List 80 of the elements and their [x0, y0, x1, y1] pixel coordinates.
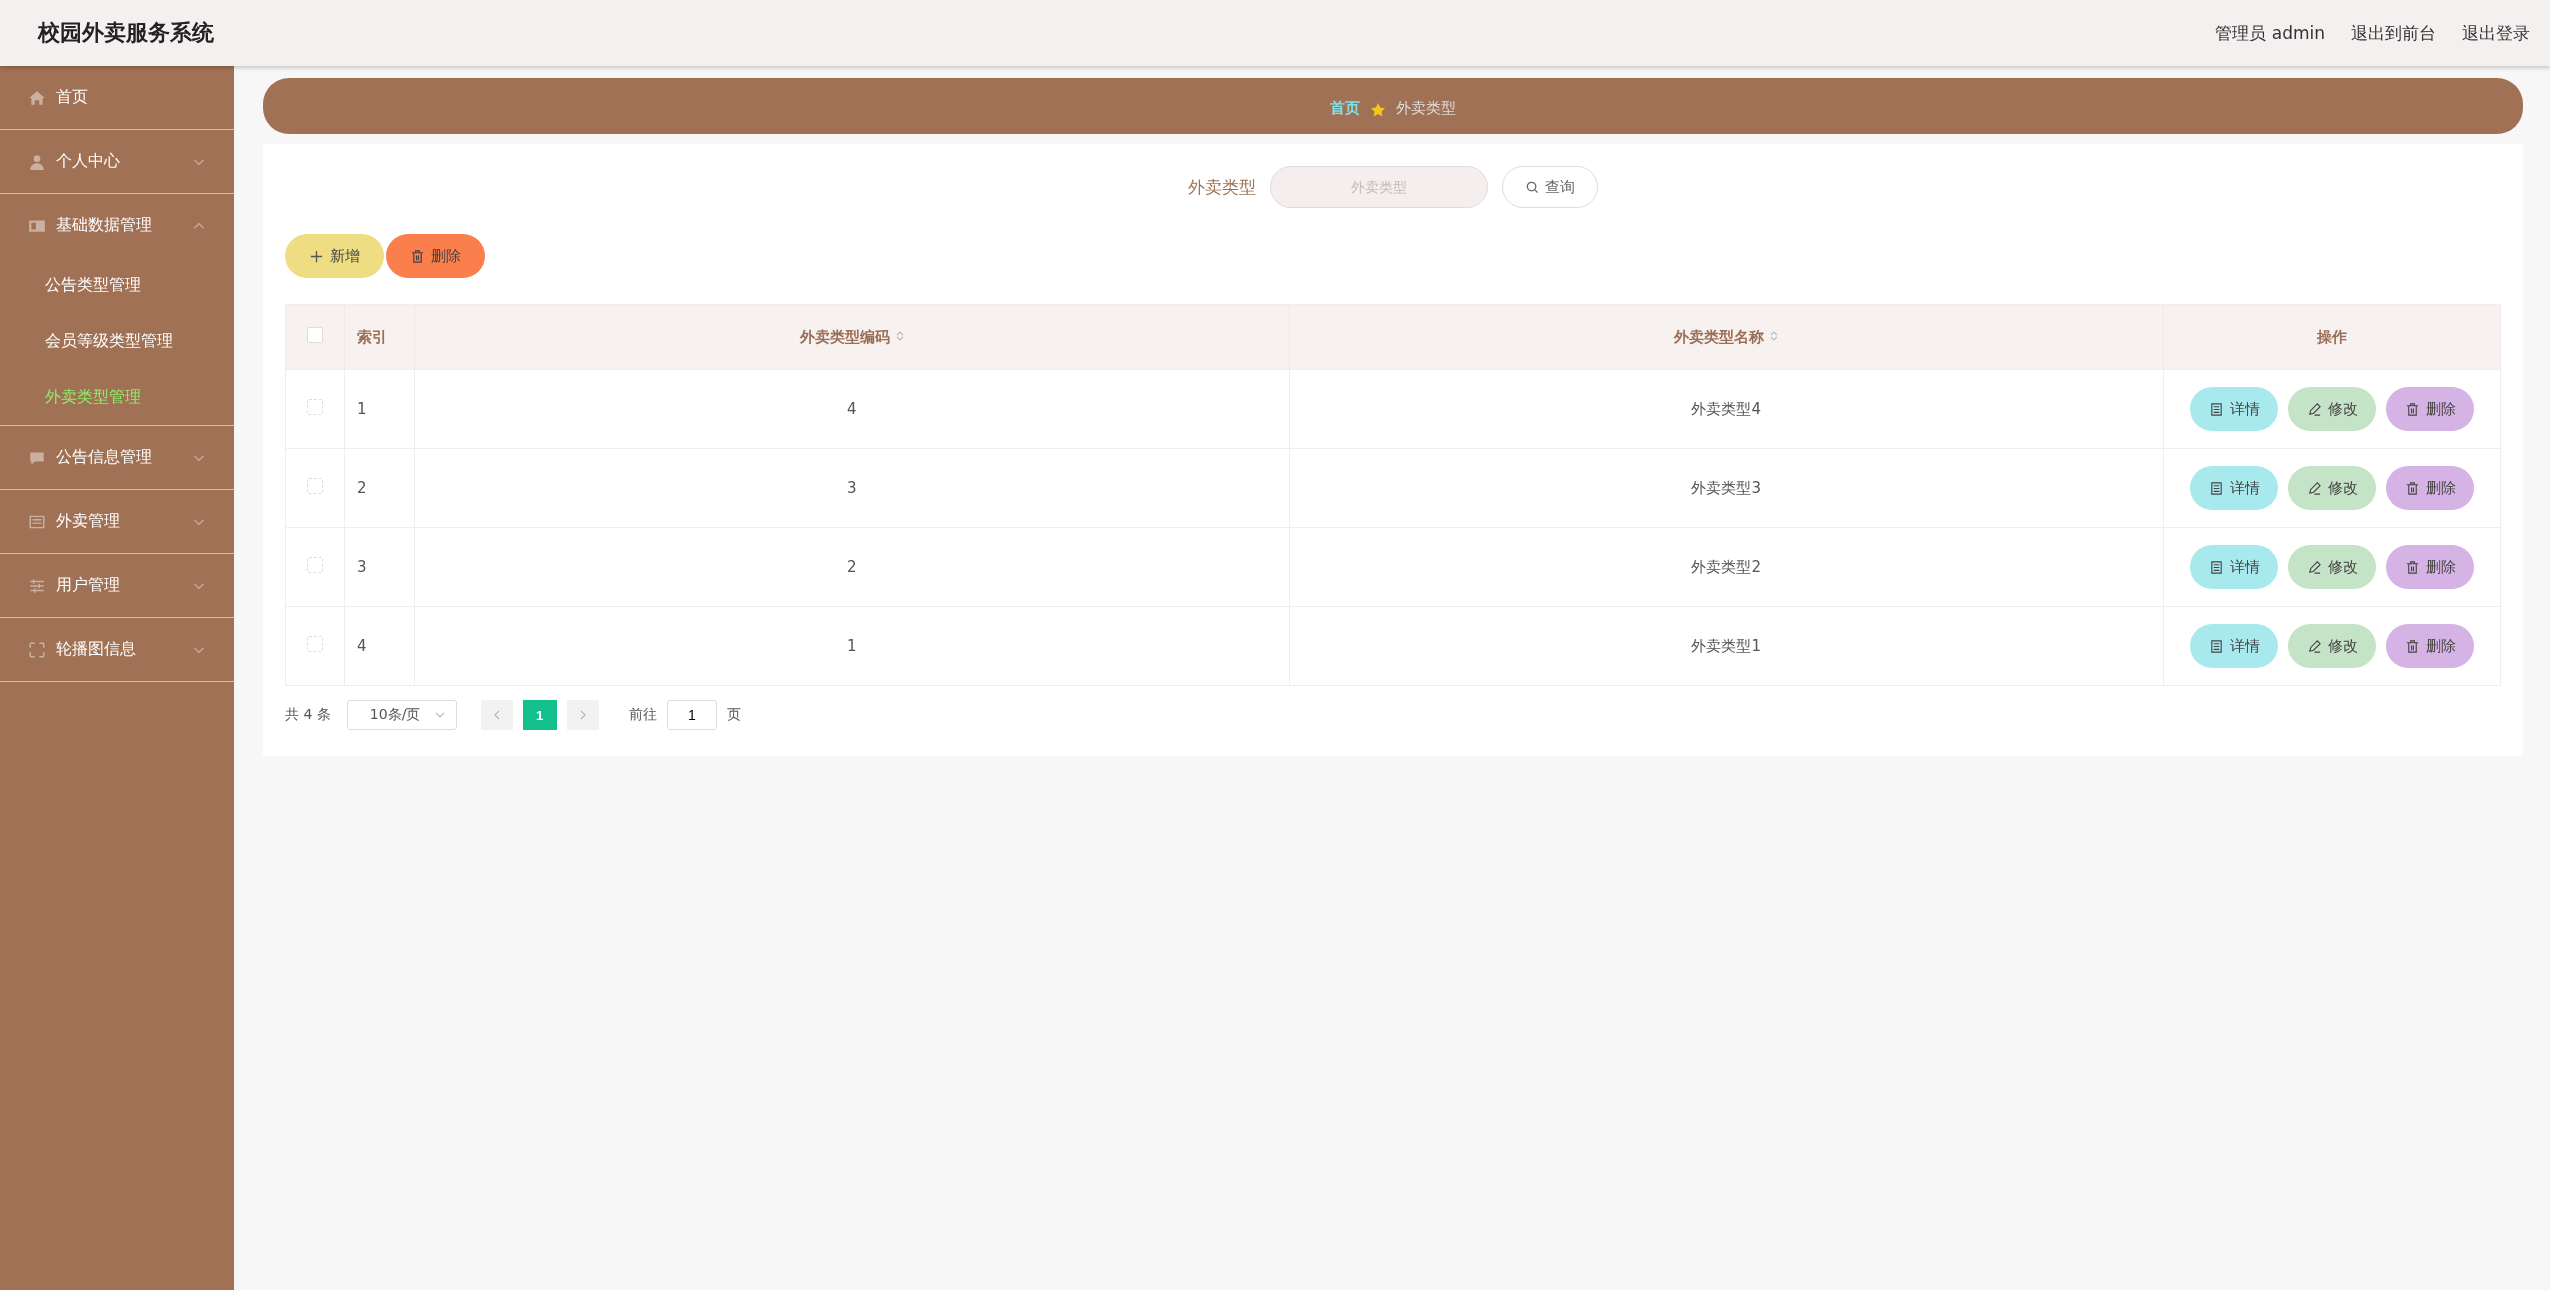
- menu-item[interactable]: 外卖管理: [0, 490, 234, 553]
- delete-button[interactable]: 删除: [386, 234, 485, 278]
- app-title: 校园外卖服务系统: [38, 19, 214, 47]
- pencil-icon: [2306, 638, 2322, 654]
- document-icon: [2208, 401, 2224, 417]
- trash-icon: [410, 248, 425, 264]
- search-button[interactable]: 查询: [1502, 166, 1598, 208]
- row-checkbox[interactable]: [307, 636, 323, 652]
- select-all-checkbox[interactable]: [307, 327, 323, 343]
- table-cell: 1: [357, 400, 367, 418]
- plus-icon: [309, 248, 324, 264]
- next-page-button[interactable]: [566, 700, 599, 730]
- menu-item[interactable]: 基础数据管理: [0, 194, 234, 257]
- table-cell: 外卖类型3: [1691, 478, 1761, 497]
- document-icon: [2208, 559, 2224, 575]
- edit-button[interactable]: 修改: [2288, 387, 2376, 431]
- detail-button[interactable]: 详情: [2190, 387, 2278, 431]
- delete-button[interactable]: 删除: [2386, 466, 2474, 510]
- submenu-item[interactable]: 会员等级类型管理: [0, 313, 234, 369]
- table-cell: 4: [357, 637, 367, 655]
- table-cell: 外卖类型1: [1691, 636, 1761, 655]
- page-suffix: 页: [726, 706, 741, 724]
- menu-item[interactable]: 首页: [0, 66, 234, 129]
- delete-button[interactable]: 删除: [2386, 387, 2474, 431]
- submenu-item[interactable]: 外卖类型管理: [0, 369, 234, 425]
- delete-button[interactable]: 删除: [2386, 545, 2474, 589]
- page-size-select[interactable]: 10条/页: [346, 700, 457, 730]
- trash-icon: [2404, 638, 2420, 654]
- detail-button[interactable]: 详情: [2190, 466, 2278, 510]
- user-label: 管理员 admin: [2215, 21, 2325, 45]
- detail-button[interactable]: 详情: [2190, 624, 2278, 668]
- breadcrumb-item: 外卖类型: [1396, 99, 1456, 118]
- detail-button[interactable]: 详情: [2190, 545, 2278, 589]
- goto-label: 前往: [628, 706, 657, 724]
- trash-icon: [2404, 401, 2420, 417]
- sort-icon: [1770, 329, 1779, 342]
- pencil-icon: [2306, 401, 2322, 417]
- trash-icon: [2404, 480, 2420, 496]
- header-link[interactable]: 退出到前台: [2351, 21, 2436, 45]
- row-checkbox[interactable]: [307, 557, 323, 573]
- table-cell: 3: [357, 558, 367, 576]
- menu-item[interactable]: 轮播图信息: [0, 618, 234, 681]
- table-cell: 外卖类型2: [1691, 557, 1761, 576]
- pencil-icon: [2306, 480, 2322, 496]
- column-header[interactable]: 外卖类型编码: [414, 304, 1289, 370]
- trash-icon: [2404, 559, 2420, 575]
- column-header[interactable]: 外卖类型名称: [1289, 304, 2164, 370]
- sort-icon: [895, 329, 904, 342]
- add-button[interactable]: 新增: [285, 234, 384, 278]
- document-icon: [2208, 638, 2224, 654]
- table-cell: 4: [846, 400, 857, 418]
- document-icon: [2208, 480, 2224, 496]
- table-cell: 2: [357, 479, 367, 497]
- goto-page-field[interactable]: 1: [666, 700, 717, 730]
- total-count: 共 4 条: [285, 706, 331, 724]
- frame-icon: [28, 640, 46, 659]
- search-label: 外卖类型: [1188, 175, 1256, 199]
- menu-item[interactable]: 公告信息管理: [0, 426, 234, 489]
- table-cell: 2: [846, 558, 857, 576]
- pencil-icon: [2306, 559, 2322, 575]
- search-icon: [1525, 179, 1540, 195]
- header-link[interactable]: 退出登录: [2462, 21, 2530, 45]
- menu-item[interactable]: 个人中心: [0, 130, 234, 193]
- row-checkbox[interactable]: [307, 478, 323, 494]
- column-header: 操作: [2163, 304, 2501, 370]
- edit-button[interactable]: 修改: [2288, 624, 2376, 668]
- edit-button[interactable]: 修改: [2288, 545, 2376, 589]
- table-cell: 1: [846, 637, 857, 655]
- submenu-item[interactable]: 公告类型管理: [0, 257, 234, 313]
- sliders-icon: [28, 576, 46, 595]
- star-icon: [1370, 102, 1386, 118]
- delete-button[interactable]: 删除: [2386, 624, 2474, 668]
- previous-page-button[interactable]: [480, 700, 513, 730]
- table-cell: 外卖类型4: [1691, 399, 1761, 418]
- edit-button[interactable]: 修改: [2288, 466, 2376, 510]
- user-icon: [28, 152, 46, 171]
- column-header: 索引: [344, 304, 415, 370]
- menu-item[interactable]: 用户管理: [0, 554, 234, 617]
- table-cell: 3: [846, 479, 857, 497]
- row-checkbox[interactable]: [307, 399, 323, 415]
